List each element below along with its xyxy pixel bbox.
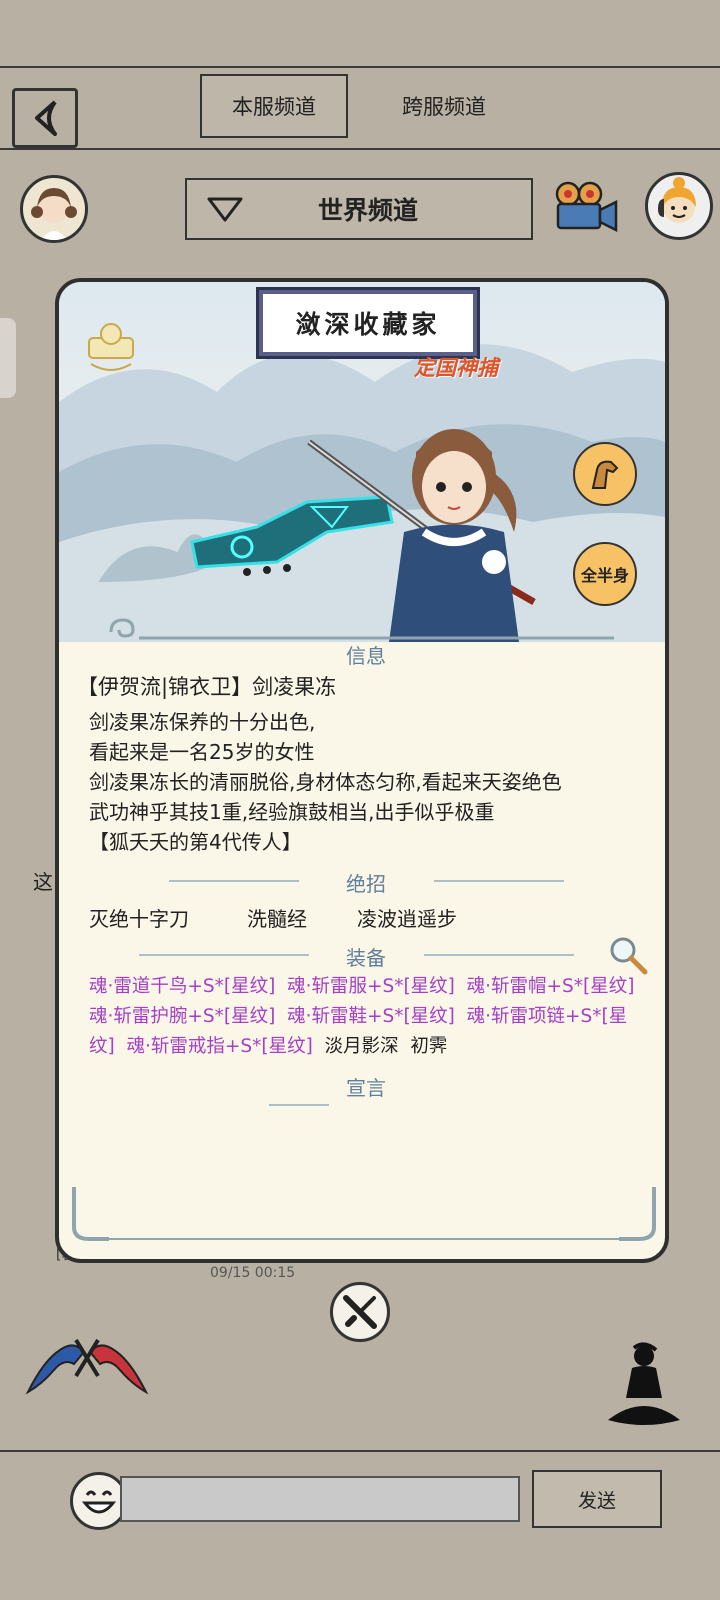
close-button[interactable]: [330, 1282, 390, 1342]
card-frame: 潋深收藏家 定国神捕 全半身 信息 【伊贺流|锦衣卫】剑凌果冻 剑凌果冻保养的十…: [55, 278, 669, 1263]
dropdown-triangle-icon: [207, 197, 243, 222]
edge-handle[interactable]: [0, 318, 16, 398]
full-half-body-toggle[interactable]: 全半身: [573, 542, 637, 606]
character-identity: 【伊贺流|锦衣卫】剑凌果冻: [77, 675, 337, 699]
meditation-figure-icon: [608, 1342, 680, 1425]
info-line: 武功神乎其技1重,经验旗鼓相当,出手似乎极重: [89, 800, 495, 824]
video-camera-button[interactable]: [552, 180, 620, 236]
emblem-icon: [88, 323, 134, 371]
channel-selector[interactable]: 世界频道: [185, 178, 533, 240]
fighters-icon: [25, 1338, 149, 1395]
section-equipment-header: 装备: [346, 946, 386, 970]
chat-input[interactable]: [120, 1476, 520, 1522]
equipment-item[interactable]: 魂·雷道千鸟+S*[星纹]: [89, 976, 275, 997]
equipment-item[interactable]: 魂·斩雷鞋+S*[星纹]: [287, 1006, 455, 1027]
card-bottom-ornament: [72, 1187, 656, 1241]
close-sword-icon: [343, 1295, 377, 1329]
tab-label: 跨服频道: [402, 95, 486, 119]
equipment-item-plain: 初霁: [410, 1036, 448, 1057]
laughing-face-icon: [81, 1490, 117, 1514]
character-avatar-icon: [31, 188, 77, 240]
section-declaration-header: 宣言: [346, 1076, 386, 1100]
name-plate: 潋深收藏家: [256, 287, 480, 359]
back-arrow-icon: [35, 100, 57, 136]
mount-button[interactable]: [573, 442, 637, 506]
mascot-avatar-button[interactable]: [645, 172, 713, 240]
tab-label: 本服频道: [232, 95, 316, 119]
character-portrait: [307, 429, 536, 642]
skill-item: 洗髓经: [247, 907, 307, 931]
skill-item: 灭绝十字刀: [89, 907, 189, 931]
horse-icon: [591, 460, 619, 489]
title-badge: 定国神捕: [414, 356, 498, 380]
skill-item: 凌波逍遥步: [357, 907, 457, 931]
equipment-list: 魂·雷道千鸟+S*[星纹] 魂·斩雷服+S*[星纹] 魂·斩雷帽+S*[星纹] …: [89, 972, 649, 1062]
channel-title: 世界频道: [317, 196, 418, 225]
video-camera-icon: [555, 181, 618, 233]
divider: [269, 1104, 329, 1106]
magnifier-icon[interactable]: [607, 934, 649, 976]
meditate-button[interactable]: [604, 1342, 684, 1428]
send-button[interactable]: 发送: [532, 1470, 662, 1528]
chat-fragment: 这: [33, 870, 53, 894]
mascot-avatar-icon: [658, 177, 696, 223]
send-label: 发送: [577, 1489, 616, 1512]
section-info-header: 信息: [346, 644, 386, 668]
chat-timestamp: 09/15 00:15: [210, 1265, 296, 1281]
header-divider: [0, 148, 720, 150]
equipment-item[interactable]: 魂·斩雷戒指+S*[星纹]: [126, 1036, 312, 1057]
section-skills-header: 绝招: [346, 872, 386, 896]
avatar[interactable]: [20, 175, 88, 243]
duel-button[interactable]: [24, 1330, 150, 1398]
footer-divider: [0, 1450, 720, 1452]
tab-cross-server[interactable]: 跨服频道: [370, 74, 518, 138]
equipment-item-plain: 淡月影深: [324, 1036, 399, 1057]
info-line: 剑凌果冻长的清丽脱俗,身材体态匀称,看起来天姿绝色: [89, 770, 562, 794]
profile-card: 潋深收藏家 定国神捕 全半身 信息 【伊贺流|锦衣卫】剑凌果冻 剑凌果冻保养的十…: [55, 278, 669, 1263]
info-line: 剑凌果冻保养的十分出色,: [89, 710, 316, 734]
equipment-item[interactable]: 魂·斩雷服+S*[星纹]: [287, 976, 455, 997]
tab-local-server[interactable]: 本服频道: [200, 74, 348, 138]
back-button[interactable]: [12, 88, 78, 148]
equipment-item[interactable]: 魂·斩雷帽+S*[星纹]: [467, 976, 635, 997]
info-line: 看起来是一名25岁的女性: [89, 740, 315, 764]
top-divider: [0, 66, 720, 68]
equipment-item[interactable]: 魂·斩雷护腕+S*[星纹]: [89, 1006, 275, 1027]
info-line: 【狐夭夭的第4代传人】: [89, 830, 302, 854]
